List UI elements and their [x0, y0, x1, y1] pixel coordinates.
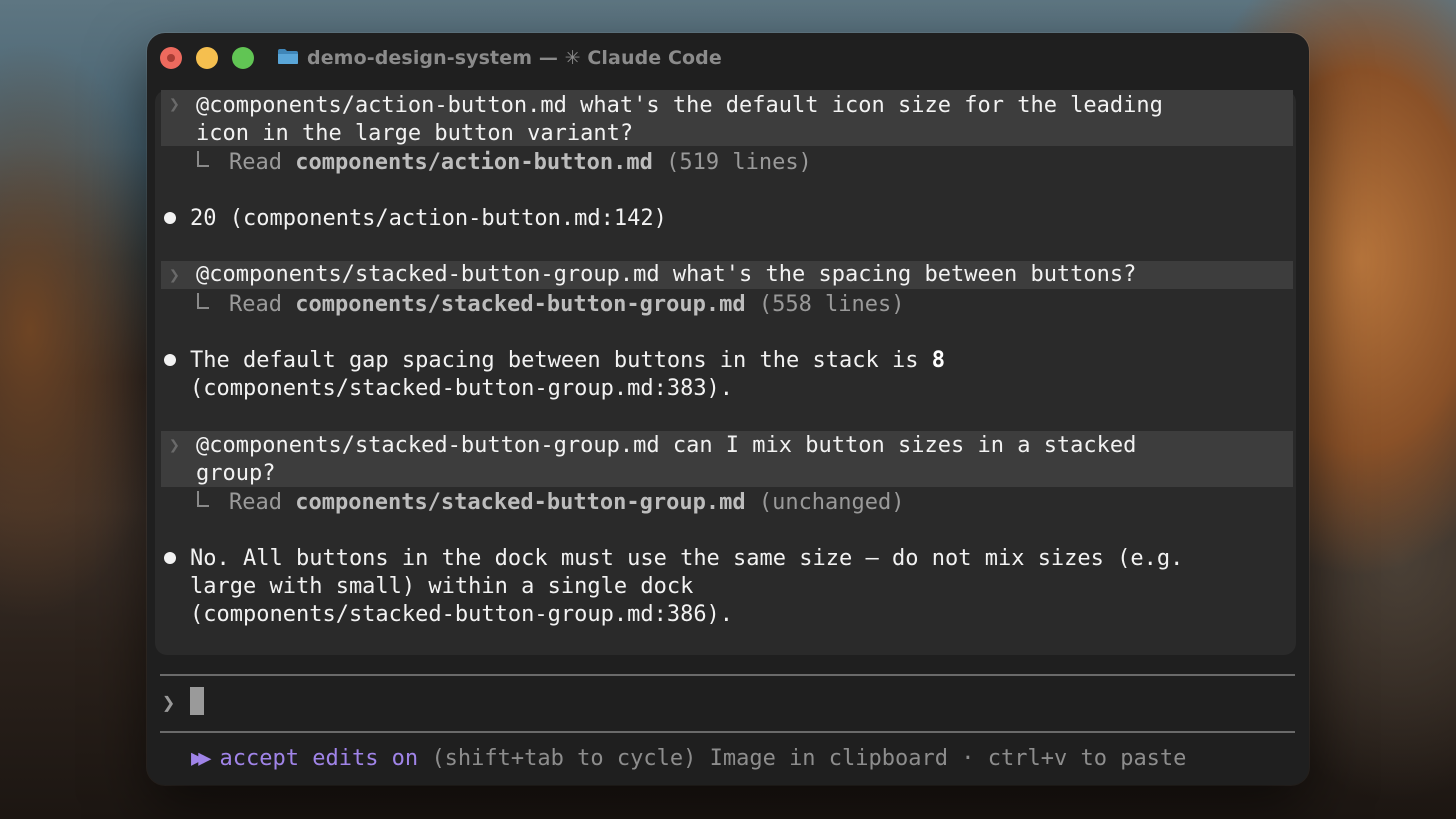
- terminal-window: demo-design-system — ✳ Claude Code ❯ @co…: [147, 33, 1309, 785]
- zoom-button[interactable]: [232, 47, 254, 69]
- tool-read-line: Read components/stacked-button-group.md …: [197, 489, 905, 517]
- prompt-text-line: icon in the large button variant?: [196, 121, 634, 146]
- chevron-right-icon: ❯: [162, 691, 176, 716]
- tree-elbow-icon: [197, 151, 209, 167]
- read-meta: (unchanged): [758, 490, 905, 515]
- read-meta: (519 lines): [666, 150, 812, 175]
- user-prompt: ❯ @components/action-button.md what's th…: [161, 90, 1293, 146]
- text-cursor: [190, 687, 204, 715]
- read-file: components/stacked-button-group.md: [295, 292, 746, 317]
- chevron-right-icon: ❯: [169, 435, 180, 456]
- tree-elbow-icon: [197, 491, 209, 507]
- assistant-answer-line: large with small) within a single dock: [190, 574, 694, 599]
- chevron-right-icon: ❯: [169, 265, 180, 286]
- read-file: components/action-button.md: [295, 150, 653, 175]
- assistant-answer-line: (components/stacked-button-group.md:383)…: [190, 376, 734, 401]
- assistant-answer: The default gap spacing between buttons …: [190, 347, 945, 375]
- answer-value: 8: [931, 348, 945, 373]
- status-bar: ▶▶ accept edits on (shift+tab to cycle) I…: [191, 745, 1186, 773]
- conversation-panel: ❯ @components/action-button.md what's th…: [155, 90, 1296, 655]
- bullet-icon: [164, 552, 176, 564]
- clipboard-hint: Image in clipboard · ctrl+v to paste: [709, 746, 1187, 771]
- prompt-text-line: @components/stacked-button-group.md can …: [196, 433, 1137, 458]
- input-top-divider: [160, 674, 1295, 676]
- read-label: Read: [229, 150, 282, 175]
- assistant-answer-line: No. All buttons in the dock must use the…: [190, 546, 1184, 571]
- folder-icon: [278, 49, 298, 64]
- input-bottom-divider: [160, 731, 1295, 733]
- title-bar: demo-design-system — ✳ Claude Code: [147, 33, 1309, 83]
- read-label: Read: [229, 490, 282, 515]
- read-label: Read: [229, 292, 282, 317]
- prompt-text-line: @components/action-button.md what's the …: [196, 93, 1163, 118]
- user-prompt: ❯ @components/stacked-button-group.md wh…: [161, 261, 1293, 289]
- answer-text: The default gap spacing between buttons …: [190, 348, 932, 373]
- fast-forward-icon: ▶▶: [191, 746, 211, 771]
- prompt-text-line: group?: [196, 461, 276, 486]
- assistant-answer-line: (components/stacked-button-group.md:386)…: [190, 602, 734, 627]
- window-title: demo-design-system — ✳ Claude Code: [307, 47, 722, 69]
- prompt-input[interactable]: ❯: [160, 683, 1295, 723]
- bullet-icon: [164, 354, 176, 366]
- mode-label[interactable]: accept edits on: [220, 746, 419, 771]
- chevron-right-icon: ❯: [169, 94, 180, 115]
- tool-read-line: Read components/stacked-button-group.md …: [197, 291, 905, 319]
- mode-hint: (shift+tab to cycle): [431, 746, 697, 771]
- close-button[interactable]: [160, 47, 182, 69]
- assistant-answer: 20 (components/action-button.md:142): [190, 206, 667, 231]
- read-meta: (558 lines): [758, 292, 905, 317]
- prompt-text-line: @components/stacked-button-group.md what…: [196, 262, 1137, 287]
- minimize-button[interactable]: [196, 47, 218, 69]
- user-prompt: ❯ @components/stacked-button-group.md ca…: [161, 431, 1293, 487]
- tree-elbow-icon: [197, 293, 209, 309]
- bullet-icon: [164, 212, 176, 224]
- tool-read-line: Read components/action-button.md (519 li…: [197, 149, 812, 177]
- read-file: components/stacked-button-group.md: [295, 490, 746, 515]
